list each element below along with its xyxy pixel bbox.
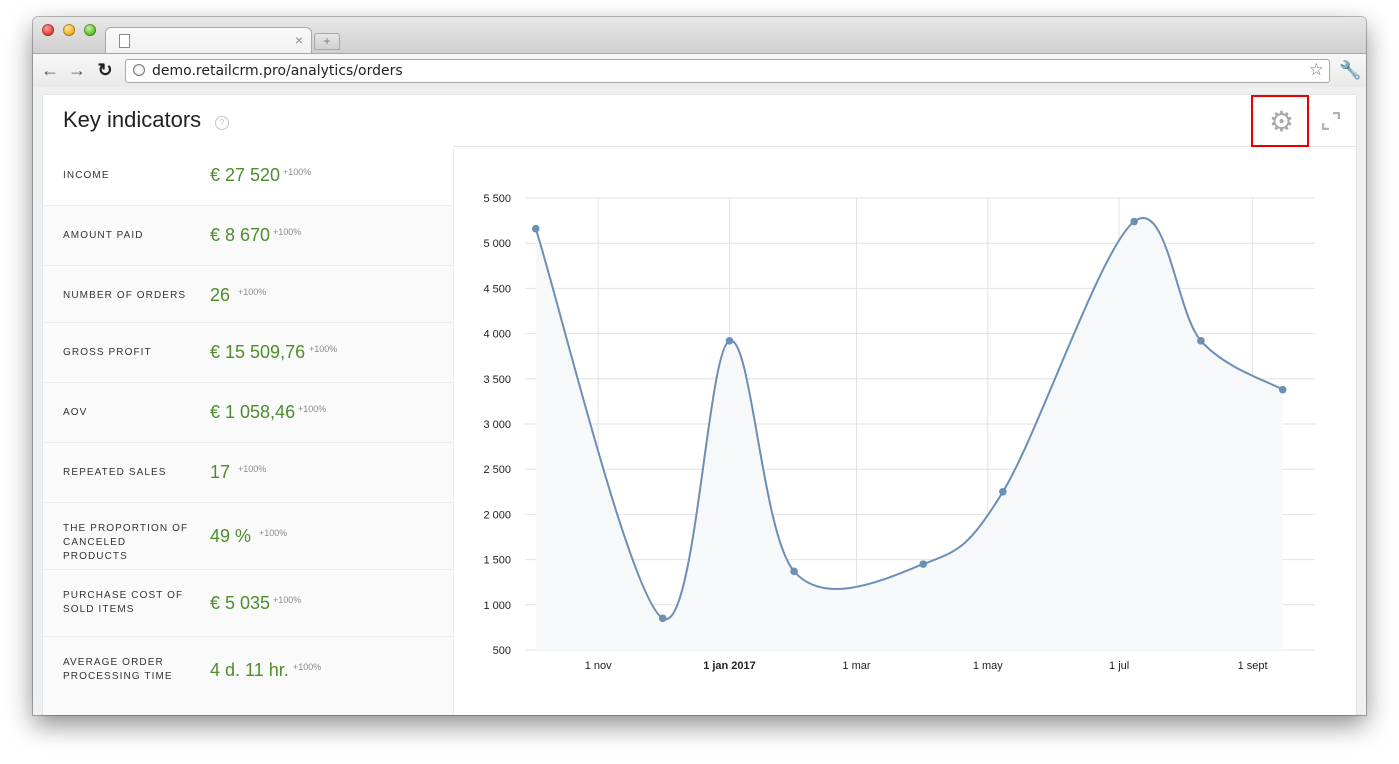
metric-value: 17 [210,462,231,482]
metric-delta: +100% [298,404,327,414]
metric-label: AMOUNT PAID [63,230,144,241]
metric-repeated-sales: REPEATED SALES 17 +100% [43,443,453,503]
metric-value: € 8 670 [210,225,271,245]
metric-value: € 5 035 [210,593,271,613]
help-icon[interactable]: ? [215,116,229,130]
data-point [658,614,667,623]
metric-value: € 27 520 [210,165,281,185]
forward-button[interactable]: → [66,60,88,80]
y-tick-label: 5 000 [483,238,511,250]
metric-label: GROSS PROFIT [63,347,152,358]
data-point [1130,217,1138,226]
new-tab-button[interactable]: + [314,33,340,50]
metric-value: € 1 058,46 [210,402,296,422]
data-point [725,337,734,345]
data-point [919,560,928,568]
x-tick-label: 1 may [973,660,1003,672]
x-tick-label: 1 jan 2017 [703,660,756,672]
y-tick-label: 5 500 [483,193,511,205]
metric-delta: +100% [273,227,302,237]
metric-label: AVERAGE ORDER PROCESSING TIME [63,657,173,682]
data-point [790,567,798,576]
metric-delta: +100% [309,344,338,354]
metric-value: 49 % [210,526,252,546]
page-content: Key indicators ? ⚙ INCOME € 27 520 +100%… [33,87,1366,715]
globe-icon [133,64,145,76]
metric-delta: +100% [283,167,312,177]
metric-processing-time: AVERAGE ORDER PROCESSING TIME 4 d. 11 hr… [43,637,453,715]
chart-svg: 500 1 000 1 500 2 000 2 500 3 000 3 500 4 000 4 … [483,193,1315,672]
data-point [1197,337,1205,345]
metric-label: AOV [63,407,88,418]
metric-label: REPEATED SALES [63,467,167,478]
key-indicators-panel: Key indicators ? ⚙ INCOME € 27 520 +100%… [43,95,1356,715]
x-tick-label: 1 nov [585,660,612,672]
bookmark-star-icon[interactable]: ☆ [1309,61,1324,79]
metric-delta: +100% [293,662,322,672]
browser-tab[interactable]: × [105,27,312,54]
settings-button[interactable]: ⚙ [1251,95,1309,147]
y-tick-label: 2 000 [483,509,511,521]
metric-purchase-cost: PURCHASE COST OF SOLD ITEMS € 5 035 +100… [43,570,453,637]
metric-canceled-proportion: THE PROPORTION OF CANCELED PRODUCTS 49 %… [43,503,453,570]
reload-button[interactable]: ↻ [94,60,116,80]
minimize-window-button[interactable] [63,24,75,36]
y-tick-label: 3 000 [483,419,511,431]
series-area [535,217,1283,650]
metric-delta: +100% [273,595,302,605]
metric-delta: +100% [238,287,267,297]
data-point [999,488,1007,496]
data-point [1278,385,1287,394]
metric-label: THE PROPORTION OF CANCELED PRODUCTS [63,523,189,562]
metric-label: INCOME [63,170,110,181]
y-tick-label: 1 500 [483,555,511,567]
y-tick-label: 500 [493,645,511,657]
metric-number-of-orders: NUMBER OF ORDERS 26 +100% [43,266,453,323]
tab-close-icon[interactable]: × [295,31,303,49]
panel-title: Key indicators [63,107,202,132]
metric-delta: +100% [238,464,267,474]
close-window-button[interactable] [42,24,54,36]
y-tick-label: 4 500 [483,283,511,295]
metric-gross-profit: GROSS PROFIT € 15 509,76 +100% [43,323,453,383]
metric-value: 26 [210,285,231,305]
data-point [531,224,540,233]
x-tick-label: 1 sept [1238,660,1268,672]
back-button[interactable]: ← [39,60,61,80]
metric-label: PURCHASE COST OF SOLD ITEMS [63,590,184,615]
metrics-list: INCOME € 27 520 +100% AMOUNT PAID € 8 67… [43,146,454,715]
y-tick-label: 1 000 [483,600,511,612]
metric-value: 4 d. 11 hr. [210,660,289,680]
metric-income: INCOME € 27 520 +100% [43,146,453,206]
zoom-window-button[interactable] [84,24,96,36]
orders-chart: 500 1 000 1 500 2 000 2 500 3 000 3 500 4 000 4 … [453,146,1356,715]
browser-toolbar: ← → ↻ demo.retailcrm.pro/analytics/order… [33,53,1366,89]
x-tick-label: 1 mar [842,660,870,672]
y-tick-label: 4 000 [483,329,511,341]
browser-window: × + ← → ↻ demo.retailcrm.pro/analytics/o… [33,17,1366,715]
page-icon [119,34,130,48]
metric-label: NUMBER OF ORDERS [63,290,187,301]
wrench-icon[interactable]: 🔧 [1339,59,1361,81]
x-tick-label: 1 jul [1109,660,1129,672]
y-tick-label: 3 500 [483,374,511,386]
expand-icon[interactable] [1322,112,1340,130]
metric-aov: AOV € 1 058,46 +100% [43,383,453,443]
url-text[interactable]: demo.retailcrm.pro/analytics/orders [152,63,403,79]
y-tick-label: 2 500 [483,464,511,476]
gear-icon: ⚙ [1269,106,1295,137]
title-bar: × + [33,17,1366,54]
metric-delta: +100% [259,528,288,538]
metric-value: € 15 509,76 [210,342,306,362]
address-bar[interactable]: demo.retailcrm.pro/analytics/orders ☆ [125,59,1330,83]
metric-amount-paid: AMOUNT PAID € 8 670 +100% [43,206,453,266]
panel-header: Key indicators ? ⚙ [43,95,1356,147]
